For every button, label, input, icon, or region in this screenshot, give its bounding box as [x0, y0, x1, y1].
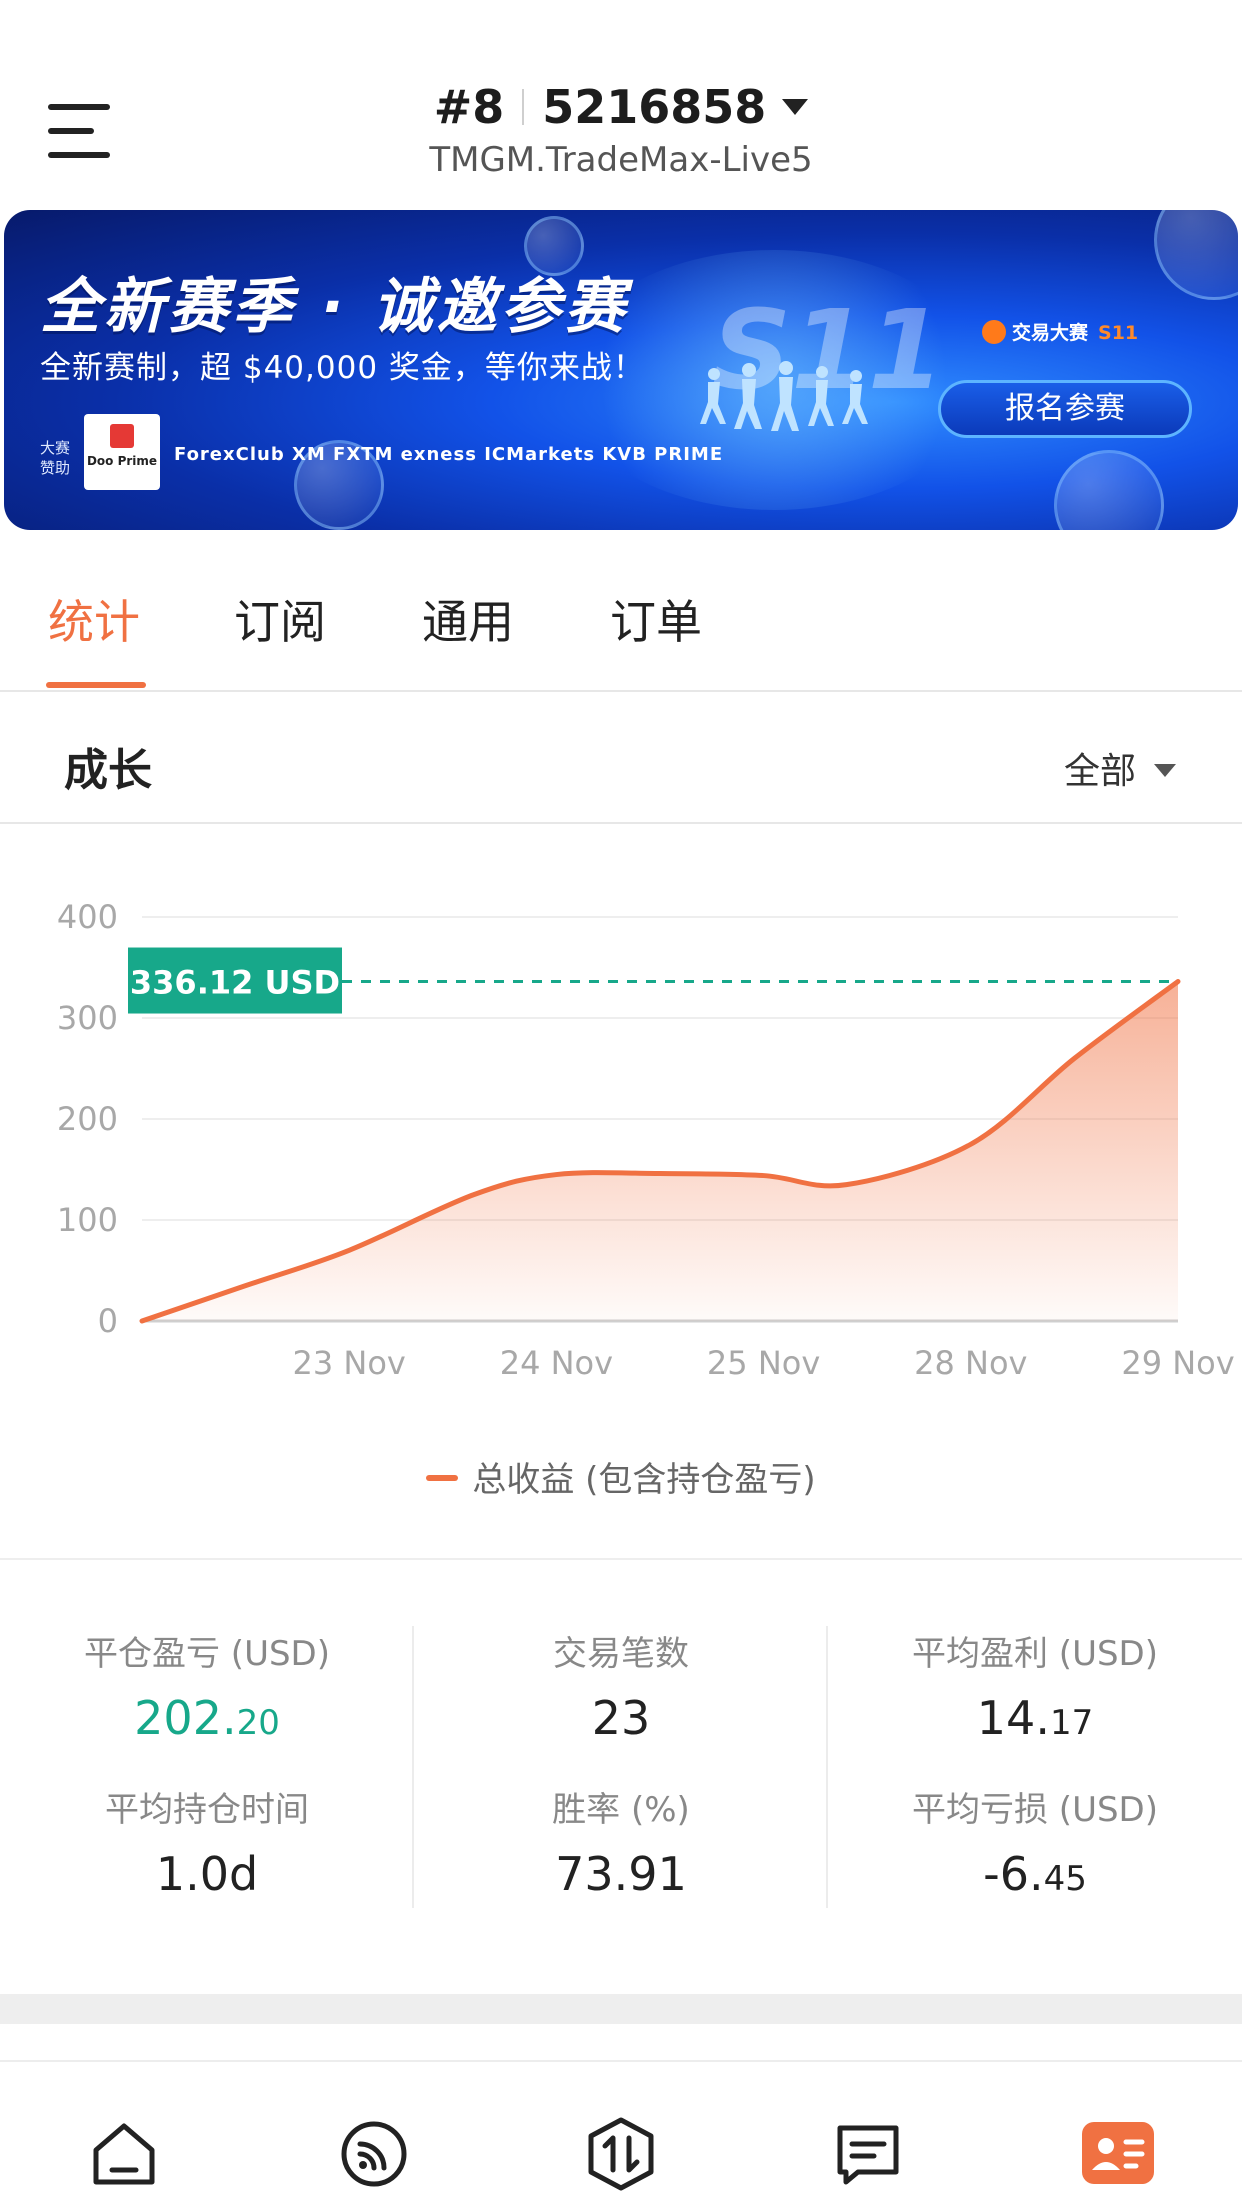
y-tick-label: 100 — [57, 1201, 118, 1239]
tab-orders[interactable]: 订单 — [610, 586, 702, 652]
range-dropdown[interactable]: 全部 — [1064, 742, 1176, 794]
bottom-navigation — [0, 2060, 1242, 2208]
sponsor-label: 大赛赞助 — [40, 439, 71, 477]
main-sponsor-logo: Doo Prime — [84, 414, 160, 490]
stat-value: 23 — [591, 1691, 651, 1745]
current-value-label: 336.12 USD — [130, 964, 340, 1002]
chevron-down-icon — [1154, 764, 1176, 777]
x-tick-label: 24 Nov — [500, 1344, 613, 1382]
account-rank: #8 — [433, 80, 505, 134]
section-separator — [0, 1994, 1242, 2024]
server-name: TMGM.TradeMax-Live5 — [429, 140, 813, 180]
signal-feed-icon — [341, 2121, 407, 2187]
sponsor-logos: ForexClub XM FXTM exness ICMarkets KVB P… — [174, 444, 724, 465]
stat-value: 202.20 — [134, 1691, 280, 1745]
stat-trade-count: 交易笔数 23 — [414, 1626, 828, 1745]
main-sponsor-name: Doo Prime — [86, 454, 158, 468]
separator — [522, 89, 525, 125]
stat-label: 平均盈利 (USD) — [912, 1634, 1158, 1674]
bubble-decoration — [1054, 450, 1164, 530]
contest-brand-season: S11 — [1098, 322, 1139, 344]
nav-messages[interactable] — [828, 2114, 908, 2194]
active-tab-indicator — [46, 682, 146, 688]
nav-profile[interactable] — [1078, 2114, 1158, 2194]
growth-title: 成长 — [64, 745, 152, 796]
growth-chart-svg: 0 100 200 300 400 336.12 USD 23 Nov 24 Nov 25 … — [57, 898, 1235, 1382]
growth-header: 成长 全部 — [0, 694, 1242, 824]
tab-general[interactable]: 通用 — [422, 586, 514, 652]
x-tick-label: 29 Nov — [1121, 1344, 1234, 1382]
stat-label: 平均持仓时间 — [105, 1790, 309, 1830]
chevron-down-icon — [782, 99, 809, 115]
stats-panel: 平仓盈亏 (USD) 202.20 交易笔数 23 平均盈利 (USD) 14.… — [0, 1558, 1242, 1998]
trade-icon — [588, 2117, 654, 2191]
section-tabs: 统计 订阅 通用 订单 — [0, 530, 1242, 692]
stat-avg-loss: 平均亏损 (USD) -6.45 — [828, 1782, 1242, 1901]
doo-prime-logo-icon — [110, 424, 134, 448]
account-selector[interactable]: #8 5216858 — [0, 80, 1242, 134]
stat-closed-pnl: 平仓盈亏 (USD) 202.20 — [0, 1626, 414, 1745]
app-screen: #8 5216858 TMGM.TradeMax-Live5 全新赛季 · 诚邀参… — [0, 0, 1242, 2208]
home-icon — [93, 2123, 155, 2185]
chart-legend: 总收益 (包含持仓盈亏) — [0, 1452, 1242, 1501]
stat-label: 平仓盈亏 (USD) — [84, 1634, 330, 1674]
profile-card-icon — [1082, 2122, 1154, 2184]
stat-label: 胜率 (%) — [552, 1790, 690, 1830]
tab-subscription[interactable]: 订阅 — [234, 586, 326, 652]
bubble-decoration — [1154, 210, 1238, 300]
stat-avg-profit: 平均盈利 (USD) 14.17 — [828, 1626, 1242, 1745]
y-tick-label: 200 — [57, 1100, 118, 1138]
contest-logo-icon — [982, 320, 1006, 344]
register-button[interactable]: 报名参赛 — [938, 380, 1192, 438]
tab-statistics[interactable]: 统计 — [48, 586, 140, 652]
stat-avg-hold-time: 平均持仓时间 1.0d — [0, 1782, 414, 1901]
promo-banner[interactable]: 全新赛季 · 诚邀参赛 全新赛制，超 $40,000 奖金，等你来战！ S11 … — [4, 210, 1238, 530]
messages-icon — [837, 2125, 899, 2185]
legend-swatch — [426, 1475, 459, 1481]
stat-win-rate: 胜率 (%) 73.91 — [414, 1782, 828, 1901]
nav-signals[interactable] — [334, 2114, 414, 2194]
contest-brand: 交易大赛 S11 — [982, 318, 1138, 345]
nav-home[interactable] — [84, 2114, 164, 2194]
nav-trade[interactable] — [581, 2114, 661, 2194]
runners-illustration — [700, 361, 868, 431]
legend-label: 总收益 (包含持仓盈亏) — [472, 1460, 816, 1500]
account-id: 5216858 — [542, 80, 767, 134]
stat-value: -6.45 — [983, 1847, 1087, 1901]
x-tick-label: 28 Nov — [914, 1344, 1027, 1382]
range-label: 全部 — [1063, 751, 1136, 792]
stat-value: 1.0d — [155, 1847, 259, 1901]
banner-title: 全新赛季 · 诚邀参赛 — [40, 272, 629, 342]
banner-subtitle: 全新赛制，超 $40,000 奖金，等你来战！ — [40, 350, 645, 386]
contest-brand-name: 交易大赛 — [1012, 322, 1089, 344]
stat-value: 14.17 — [976, 1691, 1094, 1745]
x-tick-label: 23 Nov — [293, 1344, 406, 1382]
top-header: #8 5216858 TMGM.TradeMax-Live5 — [0, 0, 1242, 200]
y-tick-label: 0 — [98, 1302, 118, 1340]
stat-label: 平均亏损 (USD) — [912, 1790, 1158, 1830]
stat-label: 交易笔数 — [553, 1634, 689, 1674]
growth-chart: 0 100 200 300 400 336.12 USD 23 Nov 24 Nov 25 … — [0, 826, 1242, 1556]
stat-value: 73.91 — [555, 1847, 687, 1901]
y-tick-label: 300 — [57, 999, 118, 1037]
y-tick-label: 400 — [57, 898, 118, 936]
x-tick-label: 25 Nov — [707, 1344, 820, 1382]
